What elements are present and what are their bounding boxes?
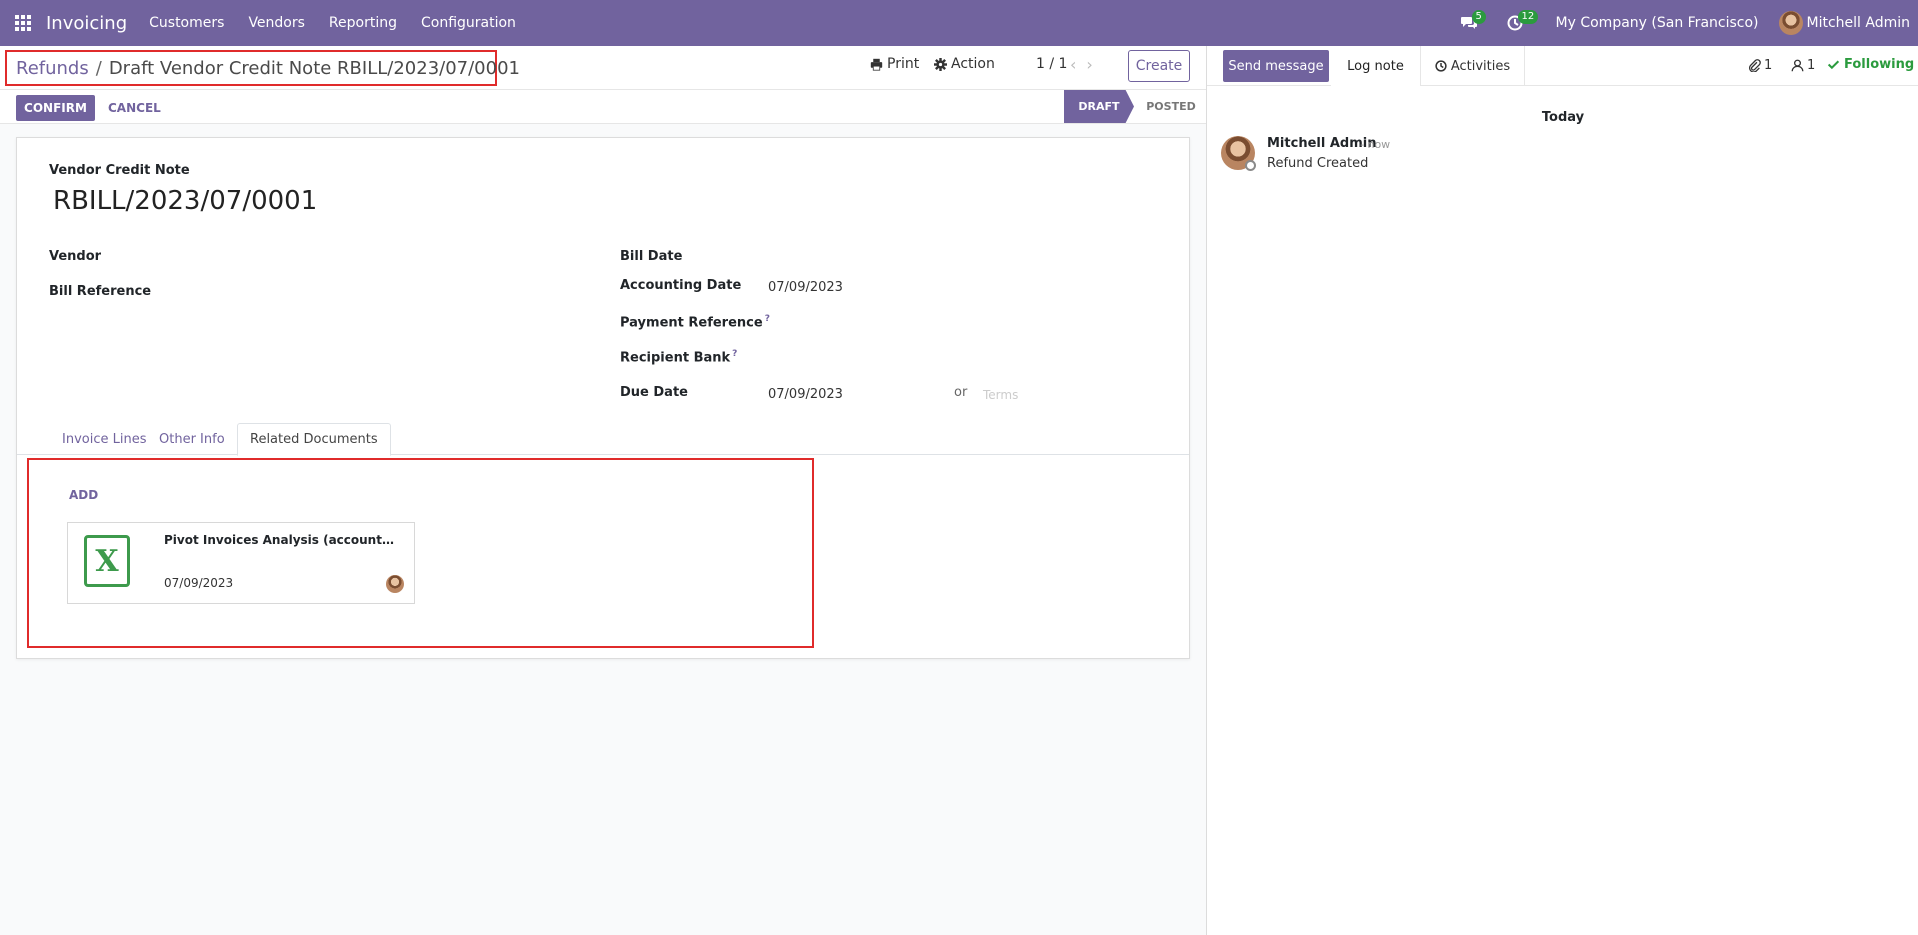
pager-previous-icon[interactable]: ‹ bbox=[1070, 55, 1076, 74]
following-label: Following bbox=[1844, 57, 1915, 72]
payment-terms-field[interactable]: Terms bbox=[983, 388, 1018, 402]
main-content: Refunds / Draft Vendor Credit Note RBILL… bbox=[0, 46, 1206, 935]
attachments-button[interactable]: 1 bbox=[1748, 58, 1772, 73]
menu-reporting[interactable]: Reporting bbox=[329, 15, 397, 31]
vendor-label: Vendor bbox=[49, 249, 102, 264]
add-document-button[interactable]: ADD bbox=[69, 488, 98, 502]
breadcrumb-separator: / bbox=[95, 57, 102, 79]
activities-schedule-button[interactable]: Activities bbox=[1421, 46, 1525, 86]
apps-grid-icon[interactable] bbox=[0, 0, 46, 46]
related-documents-panel: ADD X Pivot Invoices Analysis (account.i… bbox=[27, 458, 814, 648]
print-label: Print bbox=[887, 56, 920, 72]
payment-reference-label: Payment Reference? bbox=[620, 314, 770, 330]
control-panel: Refunds / Draft Vendor Credit Note RBILL… bbox=[0, 46, 1206, 90]
breadcrumb-refunds-link[interactable]: Refunds bbox=[16, 58, 89, 79]
statusbar-row bbox=[0, 90, 1206, 124]
paperclip-icon bbox=[1749, 59, 1761, 72]
clock-icon bbox=[1435, 60, 1447, 72]
activities-badge: 12 bbox=[1517, 10, 1539, 24]
pager-arrows: ‹ › bbox=[1070, 55, 1093, 74]
accounting-date-label: Accounting Date bbox=[620, 278, 742, 293]
user-avatar bbox=[1778, 11, 1803, 35]
document-type-label: Vendor Credit Note bbox=[49, 163, 190, 178]
action-label: Action bbox=[951, 56, 995, 72]
messages-badge: 5 bbox=[1471, 10, 1486, 24]
document-date: 07/09/2023 bbox=[164, 576, 234, 590]
payment-reference-help-icon[interactable]: ? bbox=[765, 314, 770, 324]
followers-button[interactable]: 1 bbox=[1791, 58, 1815, 73]
send-message-button[interactable]: Send message bbox=[1223, 50, 1329, 82]
message-body: Refund Created bbox=[1267, 156, 1369, 171]
user-name: Mitchell Admin bbox=[1806, 15, 1911, 31]
cancel-button[interactable]: CANCEL bbox=[108, 95, 161, 121]
action-button[interactable]: Action bbox=[934, 56, 995, 72]
document-owner-avatar bbox=[386, 575, 404, 593]
activities-label: Activities bbox=[1450, 58, 1511, 74]
message-author-avatar[interactable] bbox=[1221, 136, 1256, 171]
form-sheet: Vendor Credit Note RBILL/2023/07/0001 Ve… bbox=[16, 137, 1190, 659]
recipient-bank-label: Recipient Bank? bbox=[620, 349, 737, 365]
or-label: or bbox=[954, 385, 968, 400]
stage-draft[interactable]: DRAFT bbox=[1064, 90, 1134, 123]
document-number: RBILL/2023/07/0001 bbox=[53, 186, 318, 216]
menu-customers[interactable]: Customers bbox=[149, 15, 224, 31]
breadcrumb: Refunds / Draft Vendor Credit Note RBILL… bbox=[5, 50, 520, 86]
stage-posted[interactable]: POSTED bbox=[1136, 90, 1206, 123]
payment-reference-text: Payment Reference bbox=[620, 315, 763, 331]
app-name[interactable]: Invoicing bbox=[46, 13, 127, 34]
log-note-button[interactable]: Log note bbox=[1331, 46, 1421, 86]
pager-value[interactable]: 1 / 1 bbox=[1036, 56, 1067, 72]
excel-file-icon: X bbox=[84, 535, 130, 587]
chatter-toolbar: Send message Log note Activities 1 1 Fol… bbox=[1207, 46, 1918, 86]
top-navbar: Invoicing Customers Vendors Reporting Co… bbox=[0, 0, 1918, 46]
company-switcher[interactable]: My Company (San Francisco) bbox=[1556, 15, 1759, 31]
chatter-panel: Send message Log note Activities 1 1 Fol… bbox=[1206, 46, 1918, 935]
recipient-bank-text: Recipient Bank bbox=[620, 350, 731, 366]
check-icon bbox=[1827, 60, 1840, 70]
menu-configuration[interactable]: Configuration bbox=[421, 15, 516, 31]
recipient-bank-help-icon[interactable]: ? bbox=[732, 349, 737, 359]
followers-count: 1 bbox=[1807, 58, 1816, 73]
bill-date-label: Bill Date bbox=[620, 249, 683, 264]
attachments-count: 1 bbox=[1764, 58, 1773, 73]
breadcrumb-current: Draft Vendor Credit Note RBILL/2023/07/0… bbox=[108, 57, 520, 79]
document-name[interactable]: Pivot Invoices Analysis (account.inv... bbox=[164, 533, 396, 547]
day-separator: Today bbox=[1541, 110, 1585, 125]
tab-invoice-lines[interactable]: Invoice Lines bbox=[50, 423, 158, 455]
notebook-tabs: Invoice Lines Other Info Related Documen… bbox=[17, 423, 1189, 456]
due-date-label: Due Date bbox=[620, 385, 688, 400]
gear-icon bbox=[934, 57, 947, 71]
activities-button[interactable]: 12 bbox=[1492, 0, 1539, 46]
print-button[interactable]: Print bbox=[870, 56, 919, 72]
due-date-field[interactable]: 07/09/2023 bbox=[768, 387, 843, 402]
create-button[interactable]: Create bbox=[1128, 50, 1190, 82]
user-icon bbox=[1791, 59, 1804, 72]
pager-next-icon[interactable]: › bbox=[1086, 55, 1092, 74]
menu-vendors[interactable]: Vendors bbox=[248, 15, 304, 31]
printer-icon bbox=[870, 58, 883, 71]
tab-related-documents[interactable]: Related Documents bbox=[237, 423, 391, 456]
bill-reference-label: Bill Reference bbox=[49, 284, 152, 299]
presence-indicator-icon bbox=[1245, 160, 1256, 171]
accounting-date-field[interactable]: 07/09/2023 bbox=[768, 280, 843, 295]
document-card[interactable]: X Pivot Invoices Analysis (account.inv..… bbox=[67, 522, 415, 604]
confirm-button[interactable]: CONFIRM bbox=[16, 95, 95, 121]
tab-other-info[interactable]: Other Info bbox=[147, 423, 237, 455]
user-menu[interactable]: Mitchell Admin bbox=[1778, 11, 1911, 35]
following-button[interactable]: Following bbox=[1827, 57, 1914, 72]
message-time: - now bbox=[1360, 138, 1391, 151]
messages-button[interactable]: 5 bbox=[1446, 0, 1492, 46]
